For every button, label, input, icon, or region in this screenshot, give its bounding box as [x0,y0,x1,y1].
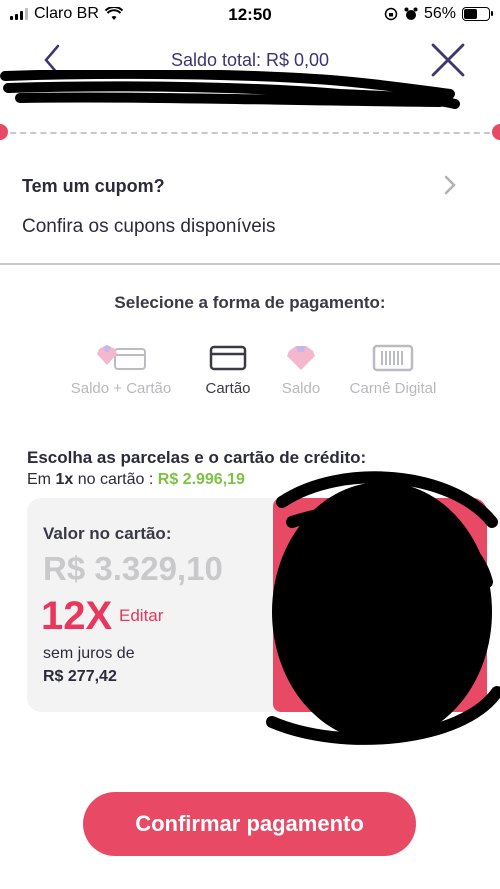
no-interest-label: sem juros de [43,645,135,662]
battery-icon [462,7,493,21]
payment-method-title: Selecione a forma de pagamento: [114,293,386,312]
coupon-title: Tem um cupom? [22,176,165,196]
status-bar: Claro BR 12:50 56% [0,0,500,30]
ticket-notch-right [492,124,500,140]
credit-card-icon [209,345,247,371]
page-title: Saldo total: R$ 0,00 [170,50,330,70]
section-divider [0,263,500,265]
installments-number: 12X [41,594,113,638]
card-value: R$ 3.329,10 [43,550,223,587]
dashed-divider [0,132,500,134]
alarm-icon [404,7,418,20]
method-carne-digital[interactable]: Carnê Digital [343,340,443,397]
diamond-card-icon [97,345,146,370]
coupon-subtitle: Confira os cupons disponíveis [22,216,276,237]
installments-value: R$ 2.996,19 [157,471,245,488]
status-right: 56% [384,5,493,23]
method-label: Cartão [205,380,251,397]
diamond-icon [287,346,315,370]
coupon-row[interactable]: Tem um cupom? Confira os cupons disponív… [0,168,500,264]
edit-installments-link[interactable]: Editar [119,606,163,626]
installments-prefix: Em [27,471,51,488]
orientation-lock-icon [384,7,398,21]
redaction-scribble [0,70,460,109]
redaction-scribble [266,471,500,745]
battery-percent: 56% [423,5,456,22]
installments-subtitle: Em 1x no cartão : R$ 2.996,19 [27,471,245,489]
confirm-payment-button[interactable]: Confirmar pagamento [83,792,416,856]
method-label: Carnê Digital [349,380,437,397]
ticket-notch-left [0,124,8,140]
installments-middle: no cartão : [77,471,154,488]
method-saldo-cartao[interactable]: Saldo + Cartão [64,340,178,397]
method-label: Saldo [281,380,321,397]
card-value-label: Valor no cartão: [43,524,172,543]
installments-count: 1x [55,471,74,488]
method-label: Saldo + Cartão [70,380,172,397]
method-saldo[interactable]: Saldo [276,340,326,397]
payment-methods: Saldo + Cartão Cartão Saldo Carnê Digita… [0,340,500,410]
method-cartao[interactable]: Cartão [198,340,258,397]
installment-amount: R$ 277,42 [43,668,117,685]
chevron-right-icon [444,175,456,195]
barcode-icon [372,344,414,372]
